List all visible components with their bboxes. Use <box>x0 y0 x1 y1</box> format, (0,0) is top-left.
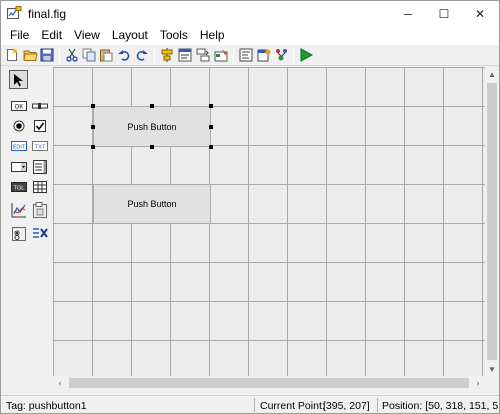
toggle-button-tool-glyph: TGL <box>13 185 24 191</box>
status-separator <box>254 398 255 412</box>
popup-menu-tool[interactable] <box>9 157 28 176</box>
menu-editor-icon[interactable] <box>177 47 193 63</box>
panel-tool[interactable] <box>30 200 49 219</box>
horizontal-scroll-thumb[interactable] <box>69 378 469 388</box>
scroll-up-icon[interactable]: ▲ <box>485 67 499 81</box>
push-button-tool-glyph: OK <box>14 104 23 110</box>
position-readout: Position: [50, 318, 151, 52] <box>382 400 498 412</box>
cut-icon[interactable] <box>64 47 80 63</box>
current-point-label: Current Point: <box>260 400 325 412</box>
title-bar: final.fig ─ ☐ ✕ <box>1 1 499 26</box>
figure-file-icon <box>7 6 22 19</box>
vertical-scroll-thumb[interactable] <box>487 83 497 360</box>
run-figure-icon[interactable] <box>298 47 314 63</box>
table-tool[interactable] <box>30 177 49 196</box>
status-separator <box>377 398 378 412</box>
toggle-button-tool[interactable]: TGL <box>9 177 28 196</box>
layout-canvas[interactable]: Push Button Push Button <box>53 67 485 376</box>
status-bar: Tag: pushbutton1 Current Point: [395, 20… <box>1 395 499 413</box>
scroll-right-icon[interactable]: › <box>471 376 485 390</box>
property-inspector-icon[interactable] <box>256 47 272 63</box>
scroll-left-icon[interactable]: ‹ <box>53 376 67 390</box>
toolbar-editor-icon[interactable] <box>213 47 229 63</box>
menu-tools[interactable]: Tools <box>154 26 194 45</box>
toolbar-separator <box>293 48 294 63</box>
selection-handle[interactable] <box>209 104 213 108</box>
save-icon[interactable] <box>39 47 55 63</box>
new-file-icon[interactable] <box>4 47 20 63</box>
pushbutton2[interactable]: Push Button <box>93 184 211 224</box>
button-group-tool[interactable] <box>9 223 28 242</box>
current-point-value: [395, 207] <box>323 400 370 412</box>
selection-handle[interactable] <box>150 145 154 149</box>
selection-handle[interactable] <box>209 125 213 129</box>
arrow-pointer-icon <box>14 73 23 86</box>
copy-icon[interactable] <box>81 47 97 63</box>
editor-icon[interactable] <box>238 47 254 63</box>
edit-text-tool[interactable]: EDIT <box>9 136 28 155</box>
scroll-down-icon[interactable]: ▼ <box>485 362 499 376</box>
menu-help[interactable]: Help <box>194 26 231 45</box>
toolbar <box>1 45 499 66</box>
select-tool-button[interactable] <box>9 70 28 89</box>
close-button[interactable]: ✕ <box>461 1 499 26</box>
radio-button-tool[interactable] <box>9 116 28 135</box>
tab-order-editor-icon[interactable] <box>195 47 211 63</box>
axes-tool[interactable] <box>9 200 28 219</box>
horizontal-scrollbar[interactable]: ‹ › <box>53 376 485 390</box>
status-tag: Tag: pushbutton1 <box>6 400 87 412</box>
paste-icon[interactable] <box>98 47 114 63</box>
toolbar-separator <box>233 48 234 63</box>
slider-tool[interactable] <box>30 96 49 115</box>
listbox-tool[interactable] <box>30 157 49 176</box>
menu-layout[interactable]: Layout <box>106 26 154 45</box>
toolbar-separator <box>59 48 60 63</box>
selection-handle[interactable] <box>91 145 95 149</box>
component-palette: OK EDIT TXT TGL <box>1 67 52 397</box>
vertical-scrollbar[interactable]: ▲ ▼ <box>485 67 499 376</box>
menu-view[interactable]: View <box>68 26 106 45</box>
window-title: final.fig <box>28 7 67 21</box>
push-button-tool[interactable]: OK <box>9 96 28 115</box>
selection-handle[interactable] <box>209 145 213 149</box>
align-objects-icon[interactable] <box>159 47 175 63</box>
toolbar-separator <box>154 48 155 63</box>
activex-control-tool[interactable] <box>30 223 49 242</box>
undo-icon[interactable] <box>116 47 132 63</box>
redo-icon[interactable] <box>134 47 150 63</box>
static-text-tool[interactable]: TXT <box>30 136 49 155</box>
menu-file[interactable]: File <box>4 26 35 45</box>
maximize-button[interactable]: ☐ <box>425 1 463 26</box>
check-box-tool[interactable] <box>30 116 49 135</box>
selection-handle[interactable] <box>150 104 154 108</box>
open-folder-icon[interactable] <box>22 47 38 63</box>
selection-handle[interactable] <box>91 104 95 108</box>
object-browser-icon[interactable] <box>274 47 290 63</box>
guide-window: final.fig ─ ☐ ✕ File Edit View Layout To… <box>0 0 500 414</box>
pushbutton1[interactable]: Push Button <box>93 106 211 147</box>
static-text-tool-glyph: TXT <box>34 144 45 150</box>
menu-bar: File Edit View Layout Tools Help <box>1 26 499 45</box>
selection-handle[interactable] <box>91 125 95 129</box>
minimize-button[interactable]: ─ <box>389 1 427 26</box>
scrollbar-corner <box>485 376 499 390</box>
menu-edit[interactable]: Edit <box>35 26 68 45</box>
edit-text-tool-glyph: EDIT <box>12 144 25 150</box>
